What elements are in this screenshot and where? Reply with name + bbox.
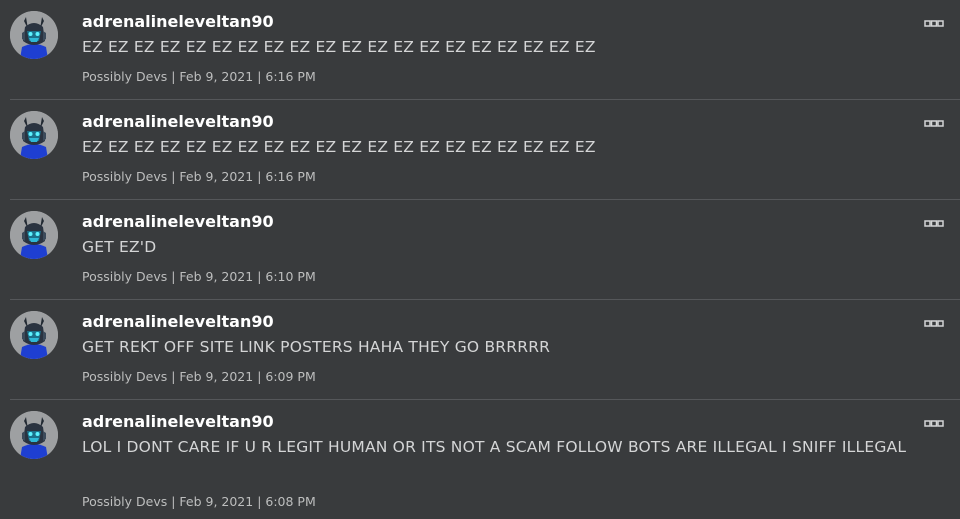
avatar-icon bbox=[10, 411, 58, 459]
avatar[interactable] bbox=[10, 211, 58, 259]
avatar-icon bbox=[10, 111, 58, 159]
wall-post: adrenalineleveltan90 GET EZ'D Possibly D… bbox=[10, 200, 960, 300]
post-username[interactable]: adrenalineleveltan90 bbox=[82, 212, 274, 231]
post-meta: Possibly Devs | Feb 9, 2021 | 6:08 PM bbox=[82, 494, 316, 509]
more-options-icon[interactable] bbox=[924, 414, 944, 427]
wall-post: adrenalineleveltan90 GET REKT OFF SITE L… bbox=[10, 300, 960, 400]
post-username[interactable]: adrenalineleveltan90 bbox=[82, 12, 274, 31]
more-options-icon[interactable] bbox=[924, 114, 944, 127]
post-message: GET EZ'D bbox=[82, 238, 157, 256]
post-meta: Possibly Devs | Feb 9, 2021 | 6:16 PM bbox=[82, 69, 316, 84]
avatar-icon bbox=[10, 11, 58, 59]
post-message: EZ EZ EZ EZ EZ EZ EZ EZ EZ EZ EZ EZ EZ E… bbox=[82, 38, 596, 56]
avatar[interactable] bbox=[10, 111, 58, 159]
avatar[interactable] bbox=[10, 311, 58, 359]
post-username[interactable]: adrenalineleveltan90 bbox=[82, 312, 274, 331]
post-username[interactable]: adrenalineleveltan90 bbox=[82, 412, 274, 431]
post-message: EZ EZ EZ EZ EZ EZ EZ EZ EZ EZ EZ EZ EZ E… bbox=[82, 138, 596, 156]
post-meta: Possibly Devs | Feb 9, 2021 | 6:10 PM bbox=[82, 269, 316, 284]
avatar-icon bbox=[10, 311, 58, 359]
group-wall: adrenalineleveltan90 EZ EZ EZ EZ EZ EZ E… bbox=[0, 0, 960, 519]
avatar[interactable] bbox=[10, 11, 58, 59]
post-message: LOL I DONT CARE IF U R LEGIT HUMAN OR IT… bbox=[82, 438, 907, 456]
avatar[interactable] bbox=[10, 411, 58, 459]
more-options-icon[interactable] bbox=[924, 14, 944, 27]
more-options-icon[interactable] bbox=[924, 314, 944, 327]
more-options-icon[interactable] bbox=[924, 214, 944, 227]
wall-post: adrenalineleveltan90 EZ EZ EZ EZ EZ EZ E… bbox=[10, 0, 960, 100]
post-meta: Possibly Devs | Feb 9, 2021 | 6:16 PM bbox=[82, 169, 316, 184]
post-meta: Possibly Devs | Feb 9, 2021 | 6:09 PM bbox=[82, 369, 316, 384]
wall-post: adrenalineleveltan90 LOL I DONT CARE IF … bbox=[10, 400, 960, 519]
post-username[interactable]: adrenalineleveltan90 bbox=[82, 112, 274, 131]
wall-post: adrenalineleveltan90 EZ EZ EZ EZ EZ EZ E… bbox=[10, 100, 960, 200]
avatar-icon bbox=[10, 211, 58, 259]
post-message: GET REKT OFF SITE LINK POSTERS HAHA THEY… bbox=[82, 338, 551, 356]
